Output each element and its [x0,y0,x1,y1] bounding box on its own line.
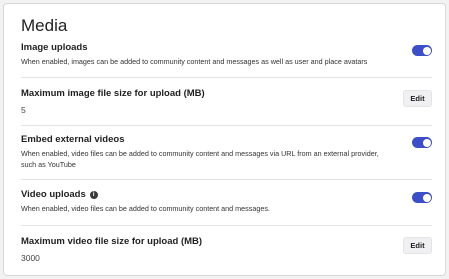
video-uploads-toggle[interactable] [412,192,432,203]
setting-description: When enabled, images can be added to com… [21,57,368,66]
divider [21,125,432,126]
setting-value: 5 [21,105,26,115]
media-settings-card: Media Image uploads When enabled, images… [3,3,446,276]
embed-external-videos-toggle[interactable] [412,137,432,148]
setting-title: Video uploads [21,189,86,200]
edit-image-size-button[interactable]: Edit [403,90,432,107]
setting-title: Maximum image file size for upload (MB) [21,88,205,99]
image-uploads-toggle[interactable] [412,45,432,56]
toggle-knob [422,193,431,202]
setting-description: When enabled, video files can be added t… [21,204,270,213]
setting-max-image-size: Maximum image file size for upload (MB) … [21,88,432,115]
setting-value: 3000 [21,253,40,263]
setting-image-uploads: Image uploads When enabled, images can b… [21,42,432,68]
divider [21,225,432,226]
section-title: Media [21,16,68,35]
setting-title: Maximum video file size for upload (MB) [21,236,203,247]
setting-description: When enabled, video files can be added t… [21,149,379,169]
toggle-knob [422,138,431,147]
edit-video-size-button[interactable]: Edit [403,237,432,254]
setting-title: Embed external videos [21,134,125,145]
setting-video-uploads: Video uploads i When enabled, video file… [21,189,432,215]
setting-embed-external-videos: Embed external videos When enabled, vide… [21,134,432,170]
setting-max-video-size: Maximum video file size for upload (MB) … [21,236,432,263]
divider [21,179,432,180]
divider [21,77,432,78]
setting-title: Image uploads [21,42,88,53]
info-icon[interactable]: i [89,191,98,199]
toggle-knob [422,46,431,55]
setting-title-wrap: Video uploads i [21,189,432,201]
